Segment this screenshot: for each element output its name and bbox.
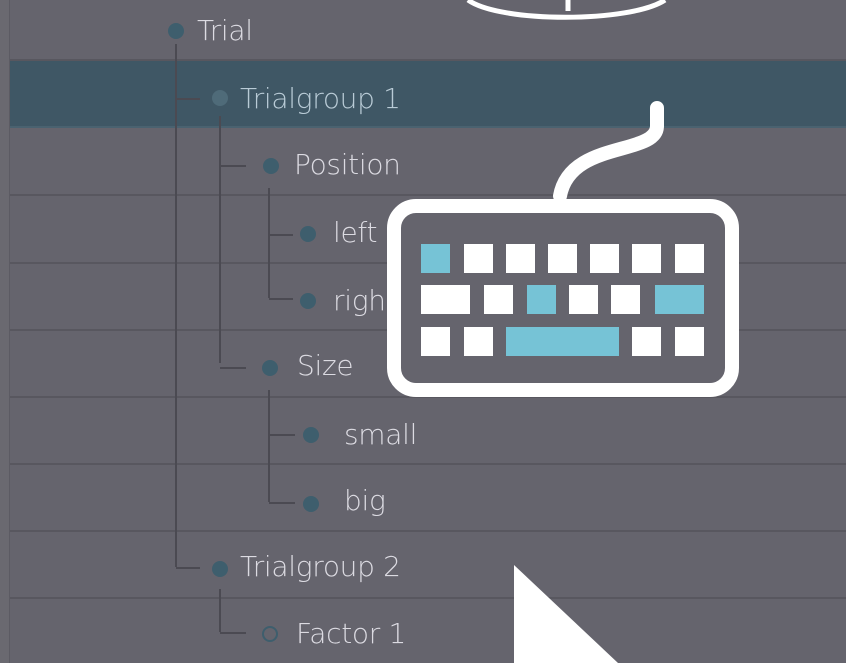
tree-connector — [269, 298, 293, 300]
tree-row-size[interactable] — [10, 331, 846, 398]
tree-connector — [268, 390, 270, 502]
tree-row-right[interactable] — [10, 264, 846, 331]
tree-node-dot — [303, 427, 319, 443]
tree-node-label: Trialgroup 1 — [240, 82, 401, 115]
tree-row-trial[interactable] — [10, 0, 846, 61]
tree-node-dot — [263, 158, 279, 174]
tree-connector — [220, 367, 246, 369]
tree-row-position[interactable] — [10, 129, 846, 196]
tree-node-label: righ — [333, 284, 386, 317]
tree-node-dot — [300, 226, 316, 242]
tree-node-dot — [300, 293, 316, 309]
tree-connector — [176, 567, 200, 569]
tree-node-label: big — [344, 484, 386, 517]
tree-node-label: small — [344, 418, 418, 451]
tree-connector — [269, 434, 295, 436]
tree-node-label: Position — [294, 148, 401, 181]
tree-row-small[interactable] — [10, 398, 846, 465]
tree-row-left[interactable] — [10, 197, 846, 264]
tree-node-label: left — [333, 216, 378, 249]
tree-node-dot-hollow — [262, 626, 278, 642]
tree-row-factor-1[interactable] — [10, 599, 846, 663]
tree-node-dot — [303, 496, 319, 512]
tree-view-panel: Trial Trialgroup 1 Position left righ Si… — [0, 0, 846, 663]
tree-row-trialgroup-1[interactable] — [10, 61, 846, 128]
tree-node-label: Factor 1 — [296, 617, 407, 650]
tree-connector — [175, 44, 177, 567]
tree-connector — [269, 234, 293, 236]
tree-row-big[interactable] — [10, 465, 846, 532]
tree-connector — [219, 116, 221, 363]
tree-row-trialgroup-2[interactable] — [10, 532, 846, 599]
tree-connector — [269, 502, 295, 504]
tree-node-label: Size — [297, 349, 354, 382]
tree-connector — [220, 632, 246, 634]
tree-node-dot — [262, 360, 278, 376]
tree-node-dot — [168, 23, 184, 39]
tree-node-label: Trialgroup 2 — [240, 550, 401, 583]
tree-node-dot — [212, 561, 228, 577]
tree-connector — [176, 98, 200, 100]
left-gutter — [0, 0, 10, 663]
tree-connector — [219, 589, 221, 632]
tree-connector — [268, 188, 270, 298]
tree-node-dot — [212, 90, 228, 106]
tree-node-label: Trial — [197, 14, 253, 47]
tree-connector — [220, 165, 246, 167]
